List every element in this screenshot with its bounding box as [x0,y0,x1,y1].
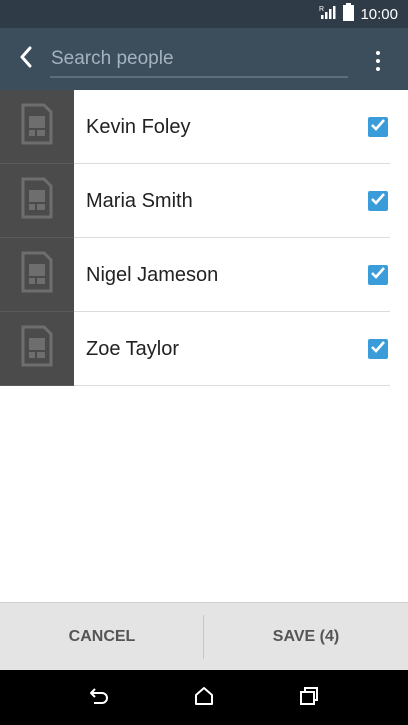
svg-text:R: R [319,6,324,13]
contact-name: Zoe Taylor [86,338,180,360]
contact-checkbox[interactable] [368,265,388,285]
chevron-left-icon [19,46,33,73]
recents-icon [299,686,319,710]
back-icon [88,687,110,710]
contact-row[interactable]: Zoe Taylor [0,312,408,386]
sim-card-icon [20,251,54,298]
contact-name: Nigel Jameson [86,264,219,286]
contact-name: Maria Smith [86,190,193,212]
more-vert-icon-dot [376,51,380,55]
row-divider [74,385,390,386]
nav-home-button[interactable] [189,683,219,713]
checkmark-icon [370,266,386,285]
contact-row[interactable]: Kevin Foley [0,90,408,164]
contact-checkbox[interactable] [368,117,388,137]
search-input[interactable] [50,46,348,78]
home-icon [194,686,214,710]
sim-card-icon [20,325,54,372]
contact-avatar [0,164,74,238]
system-nav-bar [0,670,408,725]
nav-recents-button[interactable] [294,683,324,713]
signal-icon: R [319,4,337,25]
contact-avatar [0,238,74,312]
more-vert-icon-dot [376,59,380,63]
checkmark-icon [370,192,386,211]
status-indicators: R 10:00 [319,0,398,28]
contact-list: Kevin Foley Maria Smith Nigel Jameson Zo… [0,90,408,386]
more-options-button[interactable] [366,46,390,76]
contact-checkbox[interactable] [368,339,388,359]
contact-row[interactable]: Nigel Jameson [0,238,408,312]
contact-row[interactable]: Maria Smith [0,164,408,238]
cancel-button[interactable]: CANCEL [0,603,204,671]
search-header [0,28,408,90]
contact-name: Kevin Foley [86,116,191,138]
sim-card-icon [20,177,54,224]
action-bar: CANCEL SAVE (4) [0,602,408,670]
back-button[interactable] [12,44,40,74]
more-vert-icon-dot [376,67,380,71]
save-button[interactable]: SAVE (4) [204,603,408,671]
contact-avatar [0,312,74,386]
sim-card-icon [20,103,54,150]
status-time: 10:00 [360,5,398,23]
nav-back-button[interactable] [84,683,114,713]
checkmark-icon [370,340,386,359]
contact-checkbox[interactable] [368,191,388,211]
battery-icon [343,2,355,26]
status-bar: R 10:00 [0,0,408,28]
checkmark-icon [370,118,386,137]
contact-avatar [0,90,74,164]
